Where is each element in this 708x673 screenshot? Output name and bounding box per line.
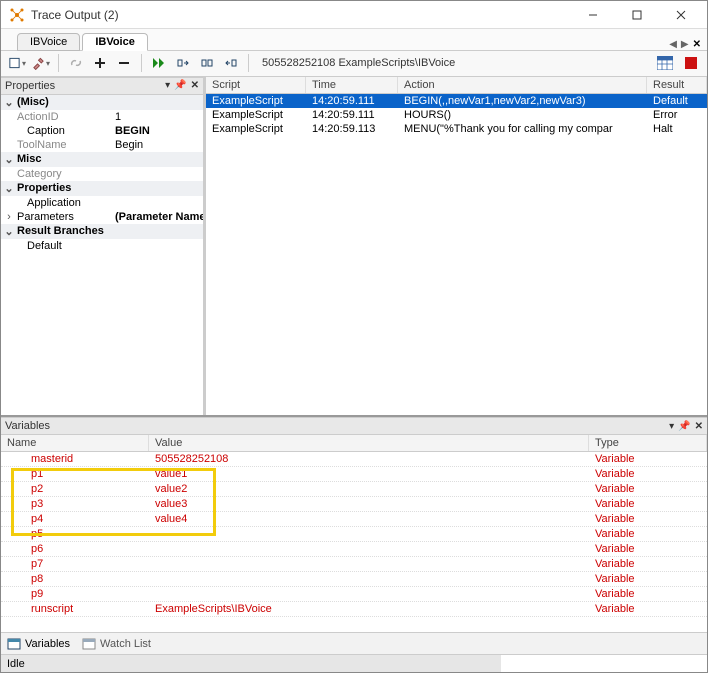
properties-panel: Properties ▾ 📌 ✕ ⌄(Misc)ActionID1Caption…: [1, 77, 206, 416]
grid-icon[interactable]: [655, 53, 675, 73]
variable-row[interactable]: p1value1Variable: [1, 467, 707, 482]
variables-grid[interactable]: masterid505528252108Variablep1value1Vari…: [1, 452, 707, 632]
property-row[interactable]: Default: [1, 239, 203, 253]
trace-row[interactable]: ExampleScript14:20:59.111HOURS()Error: [206, 108, 707, 122]
step-over-button[interactable]: [197, 53, 217, 73]
variable-row[interactable]: p8Variable: [1, 572, 707, 587]
tab[interactable]: IBVoice: [82, 33, 148, 51]
variable-row[interactable]: p2value2Variable: [1, 482, 707, 497]
step-in-button[interactable]: [173, 53, 193, 73]
tab-close-icon[interactable]: ✕: [693, 39, 701, 50]
trace-row[interactable]: ExampleScript14:20:59.113MENU("%Thank yo…: [206, 122, 707, 136]
variable-row[interactable]: p7Variable: [1, 557, 707, 572]
panel-close-icon[interactable]: ✕: [191, 80, 199, 91]
watchlist-tab[interactable]: Watch List: [82, 637, 151, 651]
panel-close-icon[interactable]: ✕: [695, 421, 703, 432]
col-header[interactable]: Name: [1, 435, 149, 451]
close-button[interactable]: [659, 1, 703, 29]
tabs-row: IBVoice IBVoice ◀ ▶ ✕: [1, 29, 707, 51]
tab[interactable]: IBVoice: [17, 33, 80, 51]
status-text: Idle: [1, 655, 501, 672]
col-header[interactable]: Time: [306, 77, 398, 93]
property-row[interactable]: ›Parameters(Parameter Name: [1, 210, 203, 224]
col-header[interactable]: Type: [589, 435, 707, 451]
variables-panel: Variables ▾ 📌 ✕ Name Value Type masterid…: [1, 416, 707, 632]
maximize-button[interactable]: [615, 1, 659, 29]
main-area: Properties ▾ 📌 ✕ ⌄(Misc)ActionID1Caption…: [1, 77, 707, 417]
titlebar: Trace Output (2): [1, 1, 707, 29]
col-header[interactable]: Action: [398, 77, 647, 93]
trace-panel: Script Time Action Result ExampleScript1…: [206, 77, 707, 416]
tools-button[interactable]: ▾: [31, 53, 51, 73]
app-icon: [9, 7, 25, 23]
remove-button[interactable]: [114, 53, 134, 73]
record-icon[interactable]: [681, 53, 701, 73]
new-button[interactable]: ▾: [7, 53, 27, 73]
property-row[interactable]: ActionID1: [1, 110, 203, 124]
variable-row[interactable]: p9Variable: [1, 587, 707, 602]
col-header[interactable]: Script: [206, 77, 306, 93]
property-row[interactable]: CaptionBEGIN: [1, 124, 203, 138]
bottom-tabs: Variables Watch List: [1, 632, 707, 654]
variable-row[interactable]: runscriptExampleScripts\IBVoiceVariable: [1, 602, 707, 617]
property-row[interactable]: ⌄(Misc): [1, 95, 203, 110]
window-title: Trace Output (2): [31, 8, 571, 22]
panel-menu-icon[interactable]: ▾: [165, 80, 170, 91]
toolbar: ▾ ▾ 505528252108 ExampleScripts\IBVoice: [1, 51, 707, 77]
variables-tab[interactable]: Variables: [7, 637, 70, 651]
variable-row[interactable]: p3value3Variable: [1, 497, 707, 512]
property-row[interactable]: ⌄Misc: [1, 152, 203, 167]
properties-grid[interactable]: ⌄(Misc)ActionID1CaptionBEGINToolNameBegi…: [1, 95, 203, 416]
properties-header: Properties ▾ 📌 ✕: [1, 77, 203, 95]
variable-row[interactable]: p4value4Variable: [1, 512, 707, 527]
variables-header-row: Name Value Type: [1, 435, 707, 452]
step-out-button[interactable]: [221, 53, 241, 73]
trace-body[interactable]: ExampleScript14:20:59.111BEGIN(,,newVar1…: [206, 94, 707, 416]
panel-menu-icon[interactable]: ▾: [669, 421, 674, 432]
toolbar-path-text: 505528252108 ExampleScripts\IBVoice: [262, 57, 455, 69]
watchlist-tab-icon: [82, 637, 96, 651]
trace-row[interactable]: ExampleScript14:20:59.111BEGIN(,,newVar1…: [206, 94, 707, 108]
tab-next-icon[interactable]: ▶: [681, 39, 689, 50]
status-bar: Idle: [1, 654, 707, 672]
col-header[interactable]: Result: [647, 77, 707, 93]
panel-pin-icon[interactable]: 📌: [174, 80, 186, 91]
property-row[interactable]: ⌄Properties: [1, 181, 203, 196]
variables-header: Variables ▾ 📌 ✕: [1, 417, 707, 435]
col-header[interactable]: Value: [149, 435, 589, 451]
variable-row[interactable]: masterid505528252108Variable: [1, 452, 707, 467]
minimize-button[interactable]: [571, 1, 615, 29]
property-row[interactable]: ToolNameBegin: [1, 138, 203, 152]
variable-row[interactable]: p6Variable: [1, 542, 707, 557]
add-button[interactable]: [90, 53, 110, 73]
variables-tab-icon: [7, 637, 21, 651]
variable-row[interactable]: p5Variable: [1, 527, 707, 542]
run-button[interactable]: [149, 53, 169, 73]
trace-header-row: Script Time Action Result: [206, 77, 707, 94]
panel-pin-icon[interactable]: 📌: [678, 421, 690, 432]
property-row[interactable]: Application: [1, 196, 203, 210]
link-button[interactable]: [66, 53, 86, 73]
property-row[interactable]: Category: [1, 167, 203, 181]
property-row[interactable]: ⌄Result Branches: [1, 224, 203, 239]
tab-prev-icon[interactable]: ◀: [669, 39, 677, 50]
